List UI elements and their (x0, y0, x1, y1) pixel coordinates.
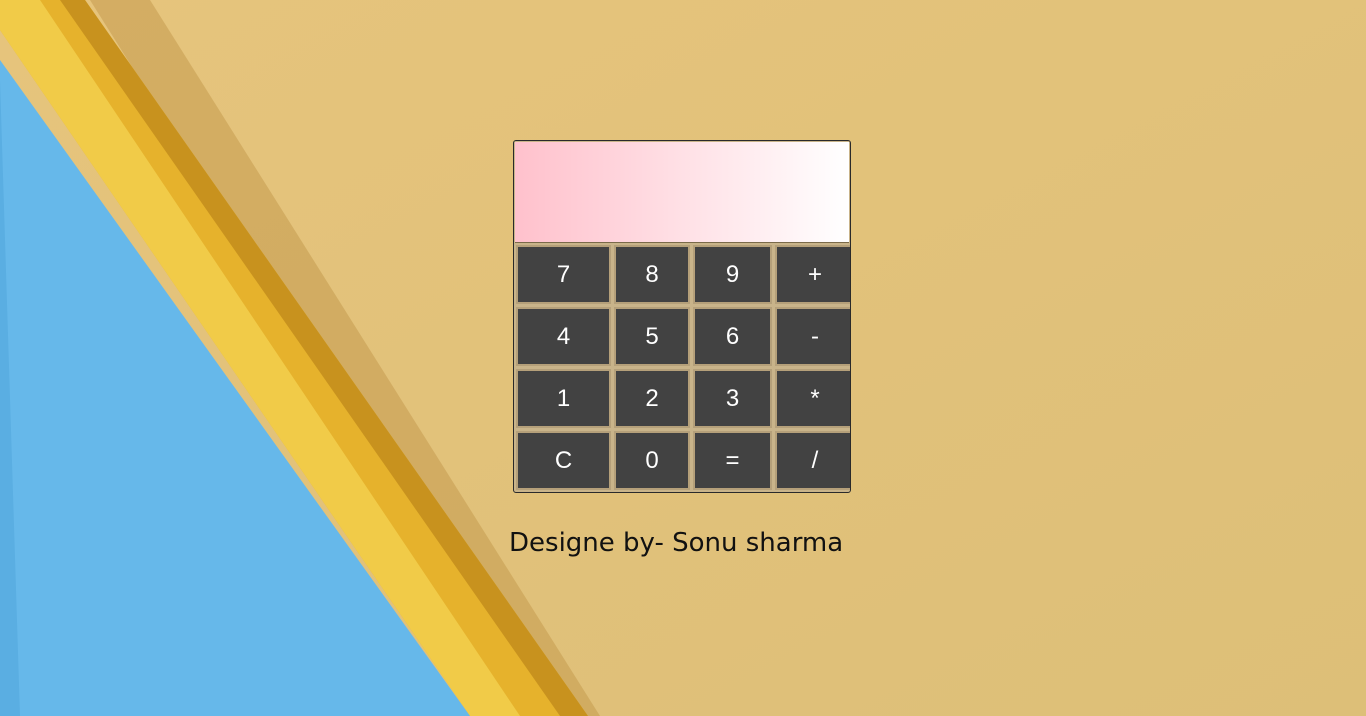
key-clear[interactable]: C (516, 431, 611, 490)
key-9[interactable]: 9 (693, 245, 772, 304)
designer-credit: Designe by- Sonu sharma (509, 528, 844, 558)
key-0[interactable]: 0 (614, 431, 690, 490)
key-7[interactable]: 7 (516, 245, 611, 304)
key-4[interactable]: 4 (516, 307, 611, 366)
key-equals[interactable]: = (693, 431, 772, 490)
key-1[interactable]: 1 (516, 369, 611, 428)
key-minus[interactable]: - (775, 307, 850, 366)
key-multiply[interactable]: * (775, 369, 850, 428)
key-plus[interactable]: + (775, 245, 850, 304)
key-5[interactable]: 5 (614, 307, 690, 366)
calculator-display[interactable] (515, 142, 849, 243)
key-8[interactable]: 8 (614, 245, 690, 304)
key-3[interactable]: 3 (693, 369, 772, 428)
key-2[interactable]: 2 (614, 369, 690, 428)
key-6[interactable]: 6 (693, 307, 772, 366)
calculator-keypad: 7 8 9 +4 5 6- 1 2 3 * C 0 = / (516, 245, 850, 491)
calculator: 7 8 9 +4 5 6- 1 2 3 * C 0 = / (513, 140, 851, 493)
key-divide[interactable]: / (775, 431, 850, 490)
